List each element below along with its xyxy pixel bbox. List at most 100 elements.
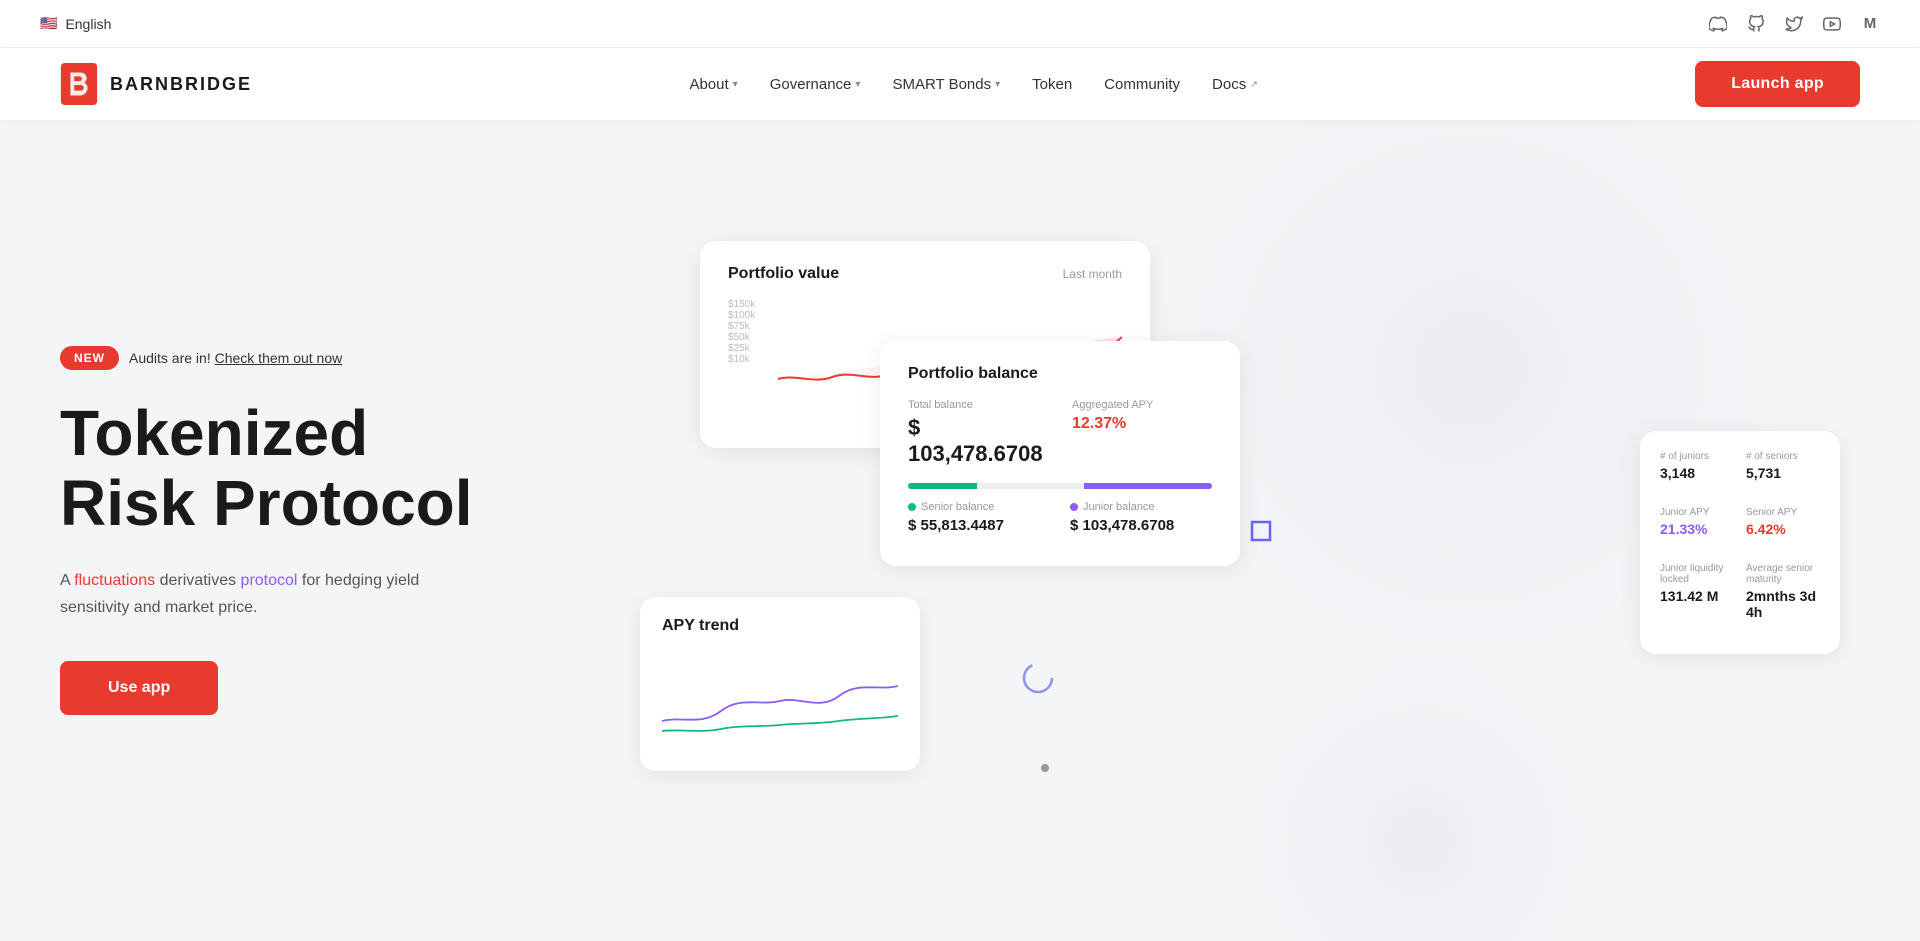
junior-dot	[1070, 503, 1078, 511]
senior-balance-col: Senior balance $ 55,813.4487	[908, 501, 1050, 534]
avg-senior-maturity-stat: Average senior maturity 2mnths 3d 4h	[1746, 563, 1820, 620]
avg-senior-maturity-value: 2mnths 3d 4h	[1746, 588, 1820, 620]
y-axis-labels: $150k $100k $75k $50k $25k $10k	[728, 299, 770, 365]
senior-apy-stat: Senior APY 6.42%	[1746, 507, 1820, 537]
use-app-button[interactable]: Use app	[60, 661, 218, 715]
portfolio-balance-header: Portfolio balance	[908, 365, 1212, 383]
y-label-50k: $50k	[728, 332, 770, 343]
balance-progress-bar	[908, 483, 1212, 489]
medium-icon[interactable]: M	[1860, 14, 1880, 34]
nav-token-label: Token	[1032, 76, 1072, 93]
nav-smart-bonds-label: SMART Bonds	[892, 76, 991, 93]
apy-trend-title: APY trend	[662, 617, 739, 635]
aggregated-apy-value: 12.37%	[1072, 415, 1212, 433]
y-label-25k: $25k	[728, 343, 770, 354]
youtube-icon[interactable]	[1822, 14, 1842, 34]
twitter-icon[interactable]	[1784, 14, 1804, 34]
nav-community[interactable]: Community	[1104, 76, 1180, 93]
hero-title-line1: Tokenized	[60, 397, 368, 469]
total-balance-col: Total balance $ 103,478.6708	[908, 399, 1048, 467]
portfolio-value-header: Portfolio value Last month	[728, 265, 1122, 283]
nav-smart-bonds[interactable]: SMART Bonds ▾	[892, 76, 1000, 93]
new-label: NEW	[60, 346, 119, 370]
hero-title: Tokenized Risk Protocol	[60, 398, 640, 539]
junior-balance-col: Junior balance $ 103,478.6708	[1070, 501, 1212, 534]
num-seniors-stat: # of seniors 5,731	[1746, 451, 1820, 481]
junior-liquidity-value: 131.42 M	[1660, 588, 1734, 604]
external-link-icon: ↗	[1250, 79, 1258, 90]
discord-icon[interactable]	[1708, 14, 1728, 34]
desc-prefix: A	[60, 572, 74, 589]
nav-docs[interactable]: Docs ↗	[1212, 76, 1258, 93]
nav-governance[interactable]: Governance ▾	[770, 76, 861, 93]
num-juniors-label: # of juniors	[1660, 451, 1734, 462]
num-juniors-value: 3,148	[1660, 465, 1734, 481]
badge-text: Audits are in! Check them out now	[129, 350, 342, 366]
y-label-75k: $75k	[728, 321, 770, 332]
total-balance-value: $ 103,478.6708	[908, 415, 1048, 467]
navbar: BARNBRIDGE About ▾ Governance ▾ SMART Bo…	[0, 48, 1920, 120]
junior-liquidity-label: Junior liquidity locked	[1660, 563, 1734, 585]
brand-name: BARNBRIDGE	[110, 74, 252, 95]
portfolio-balance-card: Portfolio balance Total balance $ 103,47…	[880, 341, 1240, 566]
language-selector[interactable]: 🇺🇸 English	[40, 15, 111, 32]
nav-links: About ▾ Governance ▾ SMART Bonds ▾ Token…	[689, 76, 1257, 93]
stats-grid: # of juniors 3,148 # of seniors 5,731 Ju…	[1660, 451, 1820, 634]
junior-progress	[1084, 483, 1212, 489]
hero-description: A fluctuations derivatives protocol for …	[60, 567, 480, 621]
nav-token[interactable]: Token	[1032, 76, 1072, 93]
hero-content: NEW Audits are in! Check them out now To…	[60, 346, 640, 715]
hero-title-line2: Risk Protocol	[60, 467, 473, 539]
num-seniors-label: # of seniors	[1746, 451, 1820, 462]
topbar: 🇺🇸 English M	[0, 0, 1920, 48]
senior-label-text: Senior balance	[921, 501, 994, 513]
portfolio-value-period: Last month	[1063, 267, 1122, 281]
github-icon[interactable]	[1746, 14, 1766, 34]
desc-highlight-fluctuations: fluctuations	[74, 572, 155, 589]
desc-middle: derivatives	[155, 572, 240, 589]
apy-chart	[662, 651, 898, 751]
num-juniors-stat: # of juniors 3,148	[1660, 451, 1734, 481]
stats-card: # of juniors 3,148 # of seniors 5,731 Ju…	[1640, 431, 1840, 654]
junior-apy-value: 21.33%	[1660, 521, 1734, 537]
chevron-down-icon: ▾	[855, 79, 860, 90]
flag-icon: 🇺🇸	[40, 15, 57, 32]
y-label-10k: $10k	[728, 354, 770, 365]
nav-docs-label: Docs	[1212, 76, 1246, 93]
nav-community-label: Community	[1104, 76, 1180, 93]
nav-governance-label: Governance	[770, 76, 852, 93]
aggregated-apy-label: Aggregated APY	[1072, 399, 1212, 411]
senior-apy-value: 6.42%	[1746, 521, 1820, 537]
nav-about-label: About	[689, 76, 728, 93]
apy-trend-card: APY trend	[640, 597, 920, 771]
junior-label-text: Junior balance	[1083, 501, 1155, 513]
nav-about[interactable]: About ▾	[689, 76, 737, 93]
num-seniors-value: 5,731	[1746, 465, 1820, 481]
total-balance-label: Total balance	[908, 399, 1048, 411]
audits-text: Audits are in!	[129, 350, 211, 366]
language-label: English	[65, 16, 111, 32]
senior-apy-label: Senior APY	[1746, 507, 1820, 518]
social-links: M	[1708, 14, 1880, 34]
junior-apy-label: Junior APY	[1660, 507, 1734, 518]
chevron-down-icon: ▾	[995, 79, 1000, 90]
balance-details: Senior balance $ 55,813.4487 Junior bala…	[908, 501, 1212, 534]
aggregated-apy-col: Aggregated APY 12.37%	[1072, 399, 1212, 467]
y-label-150k: $150k	[728, 299, 770, 310]
hero-section: NEW Audits are in! Check them out now To…	[0, 120, 1920, 941]
apy-trend-header: APY trend	[662, 617, 898, 635]
junior-apy-stat: Junior APY 21.33%	[1660, 507, 1734, 537]
balance-totals: Total balance $ 103,478.6708 Aggregated …	[908, 399, 1212, 467]
junior-liquidity-stat: Junior liquidity locked 131.42 M	[1660, 563, 1734, 620]
senior-progress	[908, 483, 977, 489]
senior-balance-label: Senior balance	[908, 501, 1050, 513]
announcement-badge: NEW Audits are in! Check them out now	[60, 346, 640, 370]
junior-balance-value: $ 103,478.6708	[1070, 517, 1212, 534]
avg-senior-maturity-label: Average senior maturity	[1746, 563, 1820, 585]
senior-balance-value: $ 55,813.4487	[908, 517, 1050, 534]
y-label-100k: $100k	[728, 310, 770, 321]
launch-app-button[interactable]: Launch app	[1695, 61, 1860, 107]
check-audits-link[interactable]: Check them out now	[215, 350, 343, 366]
dashboard-preview: Portfolio value Last month $150k $100k $…	[640, 231, 1860, 831]
logo[interactable]: BARNBRIDGE	[60, 63, 252, 105]
